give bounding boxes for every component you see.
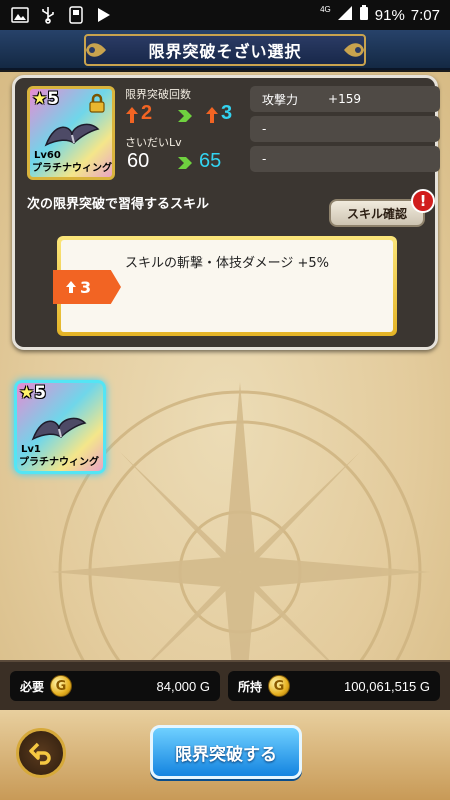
skill-level-value: 3	[80, 277, 92, 297]
page-title: 限界突破そざい選択	[84, 34, 366, 66]
back-button[interactable]	[16, 728, 66, 778]
star-icon: ★	[19, 383, 35, 403]
image-icon	[10, 5, 30, 25]
limit-break-count-label: 限界突破回数	[125, 88, 191, 101]
target-item-card[interactable]: ★5 Lv60 プラチナウィング	[27, 86, 115, 180]
stat-value: +159	[328, 92, 361, 106]
arrow-up-icon-3	[66, 281, 76, 293]
limit-break-count-from: 2	[141, 102, 153, 124]
limit-break-panel: ★5 Lv60 プラチナウィング 限界突破回数 2 3 さいだいLv 60 65…	[12, 75, 440, 350]
notification-icon	[66, 5, 86, 25]
stat-name: 攻撃力	[262, 92, 299, 107]
arrow-up-icon	[126, 107, 138, 123]
item-stars: 5	[47, 89, 60, 109]
owned-amount: 100,061,515 G	[343, 678, 430, 694]
ornament-right-icon	[344, 43, 364, 57]
required-gold-field: 必要 G 84,000 G	[10, 671, 220, 701]
arrow-right-icon-2	[178, 157, 192, 169]
clock: 7:07	[410, 6, 440, 24]
stat-row: 攻撃力 +159	[250, 86, 440, 112]
item-name: プラチナウィング	[32, 163, 112, 174]
status-bar: 4G 91% 7:07	[0, 0, 450, 30]
max-level-label: さいだいLv	[125, 136, 182, 149]
skill-level-tag: 3	[53, 270, 121, 304]
title-bar: 限界突破そざい選択	[0, 30, 450, 70]
max-level-to: 65	[199, 150, 222, 172]
skill-description: スキルの斬撃・体技ダメージ +5%	[125, 256, 329, 271]
battery-icon	[359, 5, 369, 25]
signal-icon	[337, 5, 353, 25]
stat-row: -	[250, 116, 440, 142]
owned-label: 所持	[238, 679, 263, 694]
gold-coin-icon: G	[268, 675, 291, 697]
usb-icon	[38, 5, 58, 25]
material-stars: 5	[34, 383, 47, 403]
required-amount: 84,000 G	[156, 678, 211, 694]
max-level-from: 60	[127, 150, 150, 172]
gold-coin-icon: G	[50, 675, 73, 697]
bottom-bar: 限界突破する	[0, 710, 450, 800]
arrow-up-icon-2	[206, 107, 218, 123]
owned-gold-field: 所持 G 100,061,515 G	[228, 671, 440, 701]
limit-break-count-to: 3	[221, 102, 233, 124]
material-name: プラチナウィング	[19, 457, 99, 468]
battery-percent: 91%	[374, 6, 405, 24]
back-arrow-icon	[29, 742, 51, 765]
stat-name: -	[262, 122, 267, 136]
stat-row: -	[250, 146, 440, 172]
arrow-right-icon	[178, 110, 192, 122]
stat-name: -	[262, 152, 267, 166]
gold-bar: 必要 G 84,000 G 所持 G 100,061,515 G	[0, 660, 450, 710]
ornament-left-icon	[86, 43, 106, 57]
required-label: 必要	[20, 679, 45, 694]
limit-break-button[interactable]: 限界突破する	[150, 725, 302, 779]
skill-section-heading: 次の限界突破で習得するスキル	[27, 197, 210, 212]
alert-badge: !	[411, 189, 435, 213]
material-item-card[interactable]: ★5 Lv1 プラチナウィング	[14, 380, 106, 474]
star-icon: ★	[32, 89, 48, 109]
play-store-icon	[94, 5, 114, 25]
network-type: 4G	[320, 4, 331, 14]
